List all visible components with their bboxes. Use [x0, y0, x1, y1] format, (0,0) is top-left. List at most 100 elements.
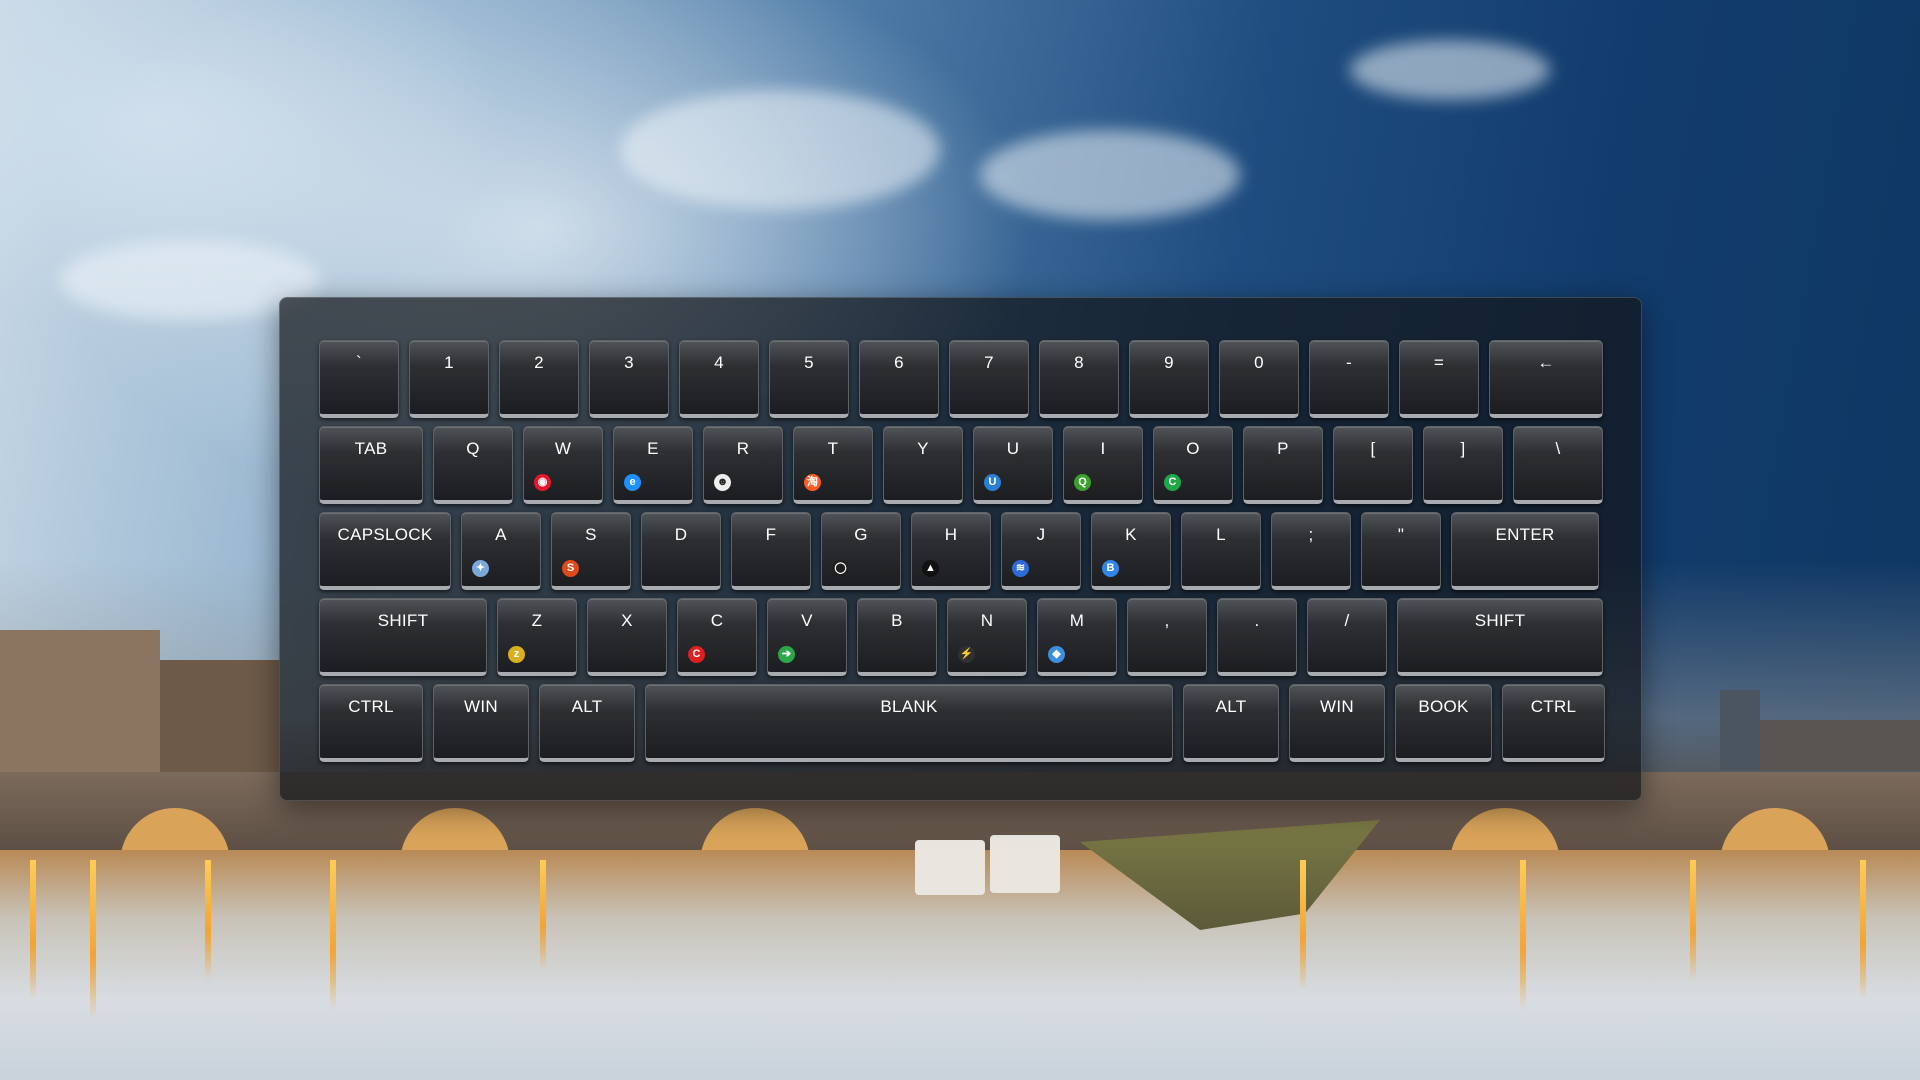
key-l[interactable]: L	[1181, 512, 1261, 590]
key-label: WIN	[1320, 697, 1354, 716]
s-logo-icon: S	[562, 560, 579, 577]
key-capslock[interactable]: CAPSLOCK	[319, 512, 451, 590]
bird-blue-icon: ◆	[1048, 646, 1065, 663]
key-label: CTRL	[348, 697, 394, 716]
key-v[interactable]: V ➔	[767, 598, 847, 676]
key-label: Y	[917, 439, 929, 458]
key-label: ←	[1537, 353, 1555, 372]
iqiyi-icon: Q	[1074, 474, 1091, 491]
key-label: ;	[1308, 525, 1314, 544]
key-label: F	[765, 525, 777, 544]
key-quote[interactable]: "	[1361, 512, 1441, 590]
keyboard-row-qwerty: TAB Q W ◉ Ee R ☻ T淘 Y UU IQ OC P [ ] \	[319, 426, 1603, 504]
boat	[915, 840, 985, 895]
c-logo-icon: C	[1164, 474, 1181, 491]
key-slash[interactable]: /	[1307, 598, 1387, 676]
key-right-shift[interactable]: SHIFT	[1397, 598, 1603, 676]
key-label: 7	[984, 353, 994, 372]
key-semicolon[interactable]: ;	[1271, 512, 1351, 590]
key-label: X	[621, 611, 633, 630]
key-minus[interactable]: -	[1309, 340, 1389, 418]
key-right-win[interactable]: WIN	[1289, 684, 1385, 762]
key-w[interactable]: W ◉	[523, 426, 603, 504]
key-1[interactable]: 1	[409, 340, 489, 418]
key-book[interactable]: BOOK	[1395, 684, 1492, 762]
keyboard-row-numbers: ` 1 2 3 4 5 6 7 8 9 0 - = ←	[319, 340, 1603, 418]
key-s[interactable]: SS	[551, 512, 631, 590]
key-label: `	[356, 353, 362, 372]
key-space[interactable]: BLANK	[645, 684, 1173, 762]
key-j[interactable]: J ≋	[1001, 512, 1081, 590]
boat	[990, 835, 1060, 893]
key-left-ctrl[interactable]: CTRL	[319, 684, 423, 762]
key-d[interactable]: D	[641, 512, 721, 590]
key-5[interactable]: 5	[769, 340, 849, 418]
key-enter[interactable]: ENTER	[1451, 512, 1599, 590]
building	[160, 660, 280, 780]
key-t[interactable]: T淘	[793, 426, 873, 504]
key-right-alt[interactable]: ALT	[1183, 684, 1279, 762]
key-k[interactable]: KB	[1091, 512, 1171, 590]
key-7[interactable]: 7	[949, 340, 1029, 418]
key-0[interactable]: 0	[1219, 340, 1299, 418]
key-left-win[interactable]: WIN	[433, 684, 529, 762]
key-n[interactable]: N ⚡	[947, 598, 1027, 676]
key-left-alt[interactable]: ALT	[539, 684, 635, 762]
key-o[interactable]: OC	[1153, 426, 1233, 504]
key-label: T	[827, 439, 839, 458]
key-9[interactable]: 9	[1129, 340, 1209, 418]
key-label: SHIFT	[377, 611, 429, 630]
key-equals[interactable]: =	[1399, 340, 1479, 418]
key-8[interactable]: 8	[1039, 340, 1119, 418]
key-backslash[interactable]: \	[1513, 426, 1603, 504]
key-close-bracket[interactable]: ]	[1423, 426, 1503, 504]
key-backspace[interactable]: ←	[1489, 340, 1603, 418]
keyboard-row-home: CAPSLOCK A ✦ SS D F G ◯ H ▲ J ≋ KB L ; " ENT…	[319, 512, 1599, 590]
key-c[interactable]: CC	[677, 598, 757, 676]
key-q[interactable]: Q	[433, 426, 513, 504]
key-u[interactable]: UU	[973, 426, 1053, 504]
key-label: N	[980, 611, 994, 630]
key-label: ]	[1460, 439, 1466, 458]
key-label: H	[944, 525, 958, 544]
key-left-shift[interactable]: SHIFT	[319, 598, 487, 676]
key-tab[interactable]: TAB	[319, 426, 423, 504]
cloud	[980, 130, 1240, 220]
key-f[interactable]: F	[731, 512, 811, 590]
key-e[interactable]: Ee	[613, 426, 693, 504]
key-p[interactable]: P	[1243, 426, 1323, 504]
key-i[interactable]: IQ	[1063, 426, 1143, 504]
key-z[interactable]: Zz	[497, 598, 577, 676]
cloud	[620, 90, 940, 210]
key-backtick[interactable]: `	[319, 340, 399, 418]
key-b[interactable]: B	[857, 598, 937, 676]
key-h[interactable]: H ▲	[911, 512, 991, 590]
key-label: Q	[466, 439, 480, 458]
key-m[interactable]: M ◆	[1037, 598, 1117, 676]
key-comma[interactable]: ,	[1127, 598, 1207, 676]
key-period[interactable]: .	[1217, 598, 1297, 676]
key-label: 9	[1164, 353, 1174, 372]
key-label: E	[647, 439, 659, 458]
key-label: 5	[804, 353, 814, 372]
light-reflection	[330, 860, 336, 1010]
key-label: B	[891, 611, 903, 630]
key-label: ,	[1164, 611, 1170, 630]
key-right-ctrl[interactable]: CTRL	[1502, 684, 1605, 762]
key-r[interactable]: R ☻	[703, 426, 783, 504]
key-y[interactable]: Y	[883, 426, 963, 504]
key-open-bracket[interactable]: [	[1333, 426, 1413, 504]
key-label: I	[1100, 439, 1106, 458]
cloud	[1350, 40, 1550, 100]
key-label: BOOK	[1418, 697, 1469, 716]
key-g[interactable]: G ◯	[821, 512, 901, 590]
key-x[interactable]: X	[587, 598, 667, 676]
key-2[interactable]: 2	[499, 340, 579, 418]
key-a[interactable]: A ✦	[461, 512, 541, 590]
z-logo-icon: z	[508, 646, 525, 663]
key-6[interactable]: 6	[859, 340, 939, 418]
light-reflection	[90, 860, 96, 1020]
key-4[interactable]: 4	[679, 340, 759, 418]
light-reflection	[1300, 860, 1306, 990]
key-3[interactable]: 3	[589, 340, 669, 418]
